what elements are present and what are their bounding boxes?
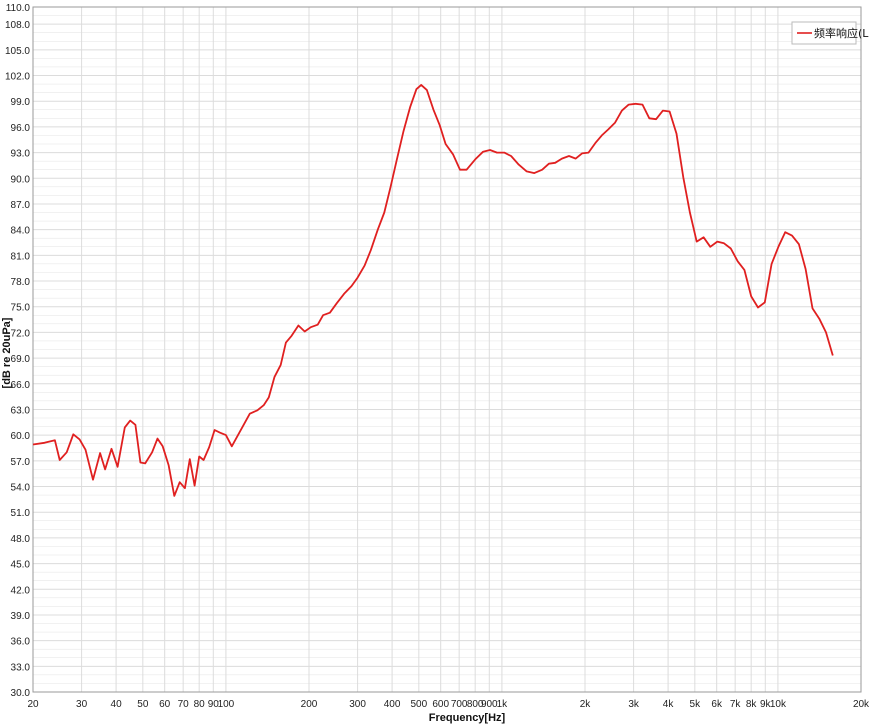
x-tick-label: 70 [178,699,190,710]
x-tick-label: 80 [194,699,206,710]
x-tick-label: 8k [746,699,758,710]
y-tick-label: 45.0 [11,560,31,571]
x-tick-label: 100 [218,699,235,710]
x-tick-label: 4k [663,699,675,710]
y-tick-label: 102.0 [5,72,30,83]
x-tick-label: 900 [481,699,498,710]
y-tick-label: 72.0 [11,328,31,339]
x-tick-label: 200 [301,699,318,710]
x-tick-label: 600 [432,699,449,710]
y-tick-label: 99.0 [11,97,31,108]
x-tick-label: 400 [384,699,401,710]
y-tick-label: 39.0 [11,611,31,622]
y-tick-label: 30.0 [11,688,31,699]
x-tick-label: 500 [410,699,427,710]
y-tick-label: 81.0 [11,251,31,262]
chart-background [0,0,869,728]
y-tick-label: 60.0 [11,431,31,442]
y-tick-label: 105.0 [5,46,30,57]
y-tick-label: 66.0 [11,380,31,391]
y-tick-label: 33.0 [11,662,31,673]
y-tick-label: 69.0 [11,354,31,365]
y-tick-label: 87.0 [11,200,31,211]
y-tick-label: 110.0 [6,3,31,14]
x-tick-label: 20k [853,699,869,710]
y-tick-label: 84.0 [11,226,31,237]
y-tick-label: 93.0 [11,149,31,160]
y-tick-label: 57.0 [11,457,31,468]
y-tick-label: 75.0 [11,303,31,314]
y-tick-label: 90.0 [11,174,31,185]
y-tick-label: 51.0 [11,508,31,519]
y-tick-label: 108.0 [5,20,30,31]
y-tick-label: 63.0 [11,405,31,416]
grid-lines [32,6,862,693]
legend-label: 频率响应(L) [814,26,869,40]
y-tick-label: 48.0 [11,534,31,545]
x-tick-label: 6k [711,699,723,710]
x-tick-label: 50 [137,699,149,710]
y-tick-label: 78.0 [11,277,31,288]
y-axis-label: [dB re 20uPa] [1,317,13,388]
x-tick-label: 2k [580,699,592,710]
x-tick-label: 10k [770,699,787,710]
x-tick-label: 60 [159,699,171,710]
x-axis-label: Frequency[Hz] [429,712,506,724]
y-tick-label: 36.0 [11,637,31,648]
x-tick-label: 40 [111,699,123,710]
x-tick-label: 3k [628,699,640,710]
x-tick-label: 1k [497,699,509,710]
x-tick-label: 5k [690,699,702,710]
frequency-response-chart: 30.0 33.0 36.0 39.0 42.0 45.0 48.0 51.0 54.0 57.0… [0,0,869,728]
y-tick-label: 54.0 [11,483,31,494]
y-tick-label: 96.0 [11,123,31,134]
x-tick-label: 700 [451,699,468,710]
x-tick-label: 300 [349,699,366,710]
x-tick-label: 7k [730,699,742,710]
x-tick-label: 30 [76,699,88,710]
x-tick-label: 20 [27,699,39,710]
y-tick-label: 42.0 [11,585,31,596]
